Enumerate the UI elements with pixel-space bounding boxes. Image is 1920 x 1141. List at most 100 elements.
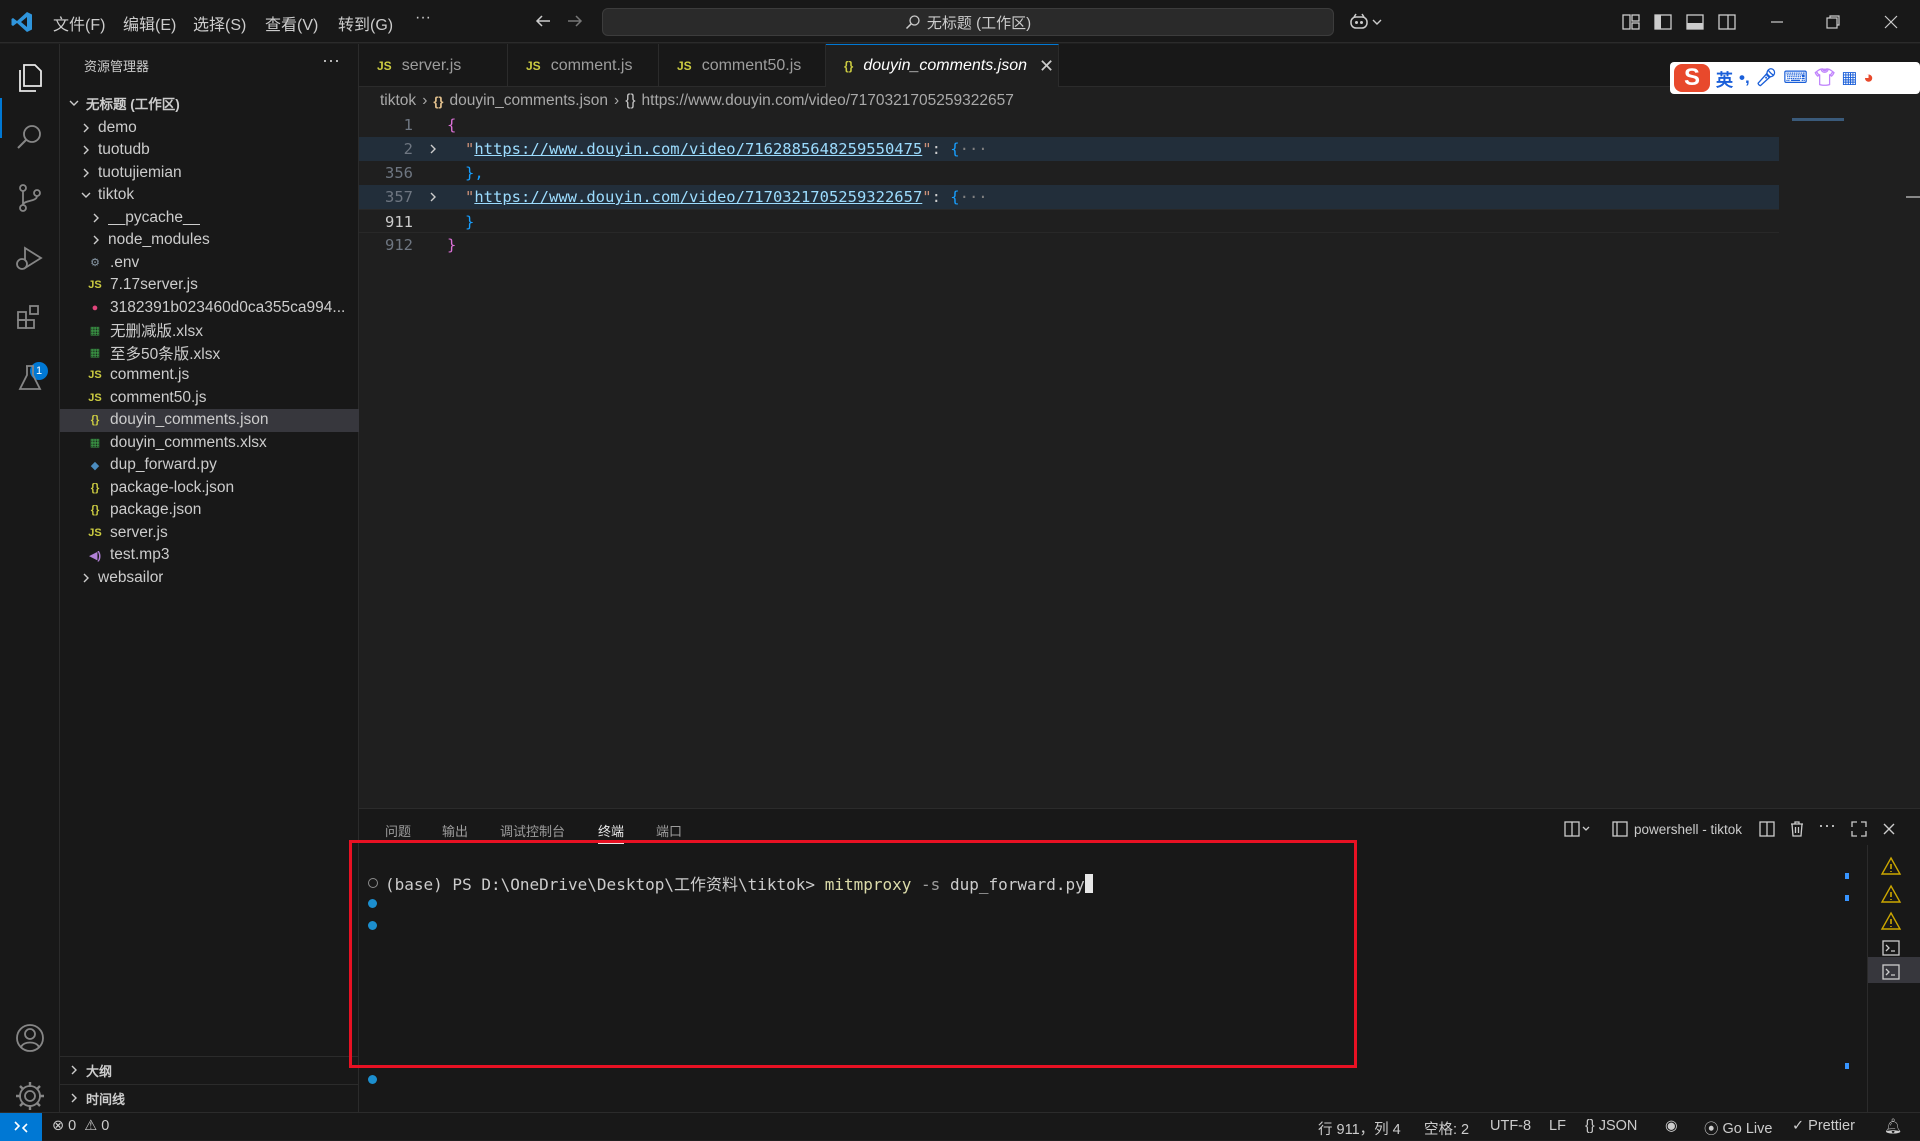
json-key-link[interactable]: https://www.douyin.com/video/71703217052… [474,188,922,206]
tree-file[interactable]: ⚙ .env [60,251,359,274]
tree-file[interactable]: ● 3182391b023460d0ca355ca994... [60,296,359,319]
warning-icon[interactable] [1880,883,1902,905]
fold-chevron-right-icon[interactable] [425,141,441,157]
breadcrumb-folder[interactable]: tiktok [380,92,416,110]
tree-file[interactable]: JS server.js [60,521,359,544]
tree-file[interactable]: {} package-lock.json [60,476,359,499]
minimap[interactable] [1792,118,1844,121]
copilot-status-icon[interactable]: ◉ [1665,1118,1678,1134]
terminal-icon[interactable] [1880,961,1902,983]
tab-comment50-js[interactable]: JS comment50.js [659,44,826,87]
toolbox-icon[interactable]: ▦ [1841,68,1857,88]
tree-file[interactable]: ▦ 至多50条版.xlsx [60,341,359,364]
mascot-icon[interactable]: ◕ [1863,68,1873,88]
tree-folder[interactable]: tuotujiemian [60,161,359,184]
close-window-icon[interactable] [1880,11,1902,33]
tree-file[interactable]: ▦ douyin_comments.xlsx [60,431,359,454]
cursor-position[interactable]: 行 911，列 4 [1318,1118,1401,1139]
tree-file[interactable]: JS comment.js [60,364,359,387]
toggle-primary-sidebar-icon[interactable] [1652,11,1674,33]
end-of-line[interactable]: LF [1549,1118,1566,1134]
explorer-icon[interactable] [12,60,48,96]
indentation[interactable]: 空格: 2 [1424,1118,1469,1139]
panel-tab-output[interactable]: 输出 [442,821,468,840]
menu-file[interactable]: 文件(F) [53,11,105,35]
tree-folder[interactable]: websailor [60,566,359,589]
minimize-icon[interactable] [1766,11,1788,33]
restore-icon[interactable] [1822,11,1844,33]
new-terminal-split-icon[interactable] [1563,819,1593,839]
tree-folder[interactable]: demo [60,116,359,139]
timeline-section[interactable]: 时间线 [60,1084,359,1111]
ime-language[interactable]: 英 [1716,66,1733,91]
tree-file[interactable]: ◆ dup_forward.py [60,454,359,477]
tree-folder[interactable]: tuotudb [60,139,359,162]
menu-selection[interactable]: 选择(S) [193,11,246,35]
back-arrow-icon[interactable] [532,10,554,32]
terminal-name[interactable]: powershell - tiktok [1634,822,1742,837]
account-icon[interactable] [12,1020,48,1056]
breadcrumb-file[interactable]: douyin_comments.json [449,92,608,110]
run-debug-icon[interactable] [12,240,48,276]
tree-file[interactable]: ▦ 无删减版.xlsx [60,319,359,342]
forward-arrow-icon[interactable] [564,10,586,32]
menu-go[interactable]: 转到(G) [338,11,393,35]
outline-section[interactable]: 大纲 [60,1056,359,1083]
panel-more-icon[interactable]: ··· [1818,815,1836,836]
microphone-icon[interactable]: 🎤︎ [1756,68,1778,88]
command-center[interactable]: 无标题 (工作区) [602,8,1334,36]
problems-indicator[interactable]: ⊗ 0 ⚠︎ 0 [52,1118,109,1134]
bell-icon[interactable]: 🔔︎ [1884,1118,1902,1135]
language-mode[interactable]: {} JSON [1585,1118,1637,1134]
encoding[interactable]: UTF-8 [1490,1118,1531,1134]
panel-tab-debug-console[interactable]: 调试控制台 [500,821,565,840]
menu-view[interactable]: 查看(V) [265,11,318,35]
trash-icon[interactable] [1787,819,1807,839]
prettier-status[interactable]: ✓ Prettier [1792,1118,1855,1134]
command-decoration-icon[interactable] [368,1075,377,1084]
fold-chevron-right-icon[interactable] [425,189,441,205]
go-live-button[interactable]: ⦿ Go Live [1704,1118,1772,1139]
menu-more[interactable]: ··· [415,9,431,27]
tree-file[interactable]: {} package.json [60,499,359,522]
tree-file[interactable]: ◀) test.mp3 [60,544,359,567]
code-editor[interactable]: 1 { 2 "https://www.douyin.com/video/7162… [359,113,1920,808]
keyboard-icon[interactable]: ⌨︎ [1783,68,1808,88]
tree-folder[interactable]: node_modules [60,229,359,252]
tree-folder[interactable]: tiktok [60,184,359,207]
warning-icon[interactable] [1880,855,1902,877]
editor-scrollbar[interactable] [1906,196,1920,198]
testing-icon[interactable] [12,360,48,396]
split-terminal-icon[interactable] [1757,819,1777,839]
breadcrumb-symbol[interactable]: https://www.douyin.com/video/71703217052… [642,92,1014,110]
close-panel-icon[interactable] [1879,819,1899,839]
copilot-icon[interactable] [1348,11,1370,33]
warning-icon[interactable] [1880,910,1902,932]
tab-server-js[interactable]: JS server.js [359,44,508,87]
toggle-secondary-sidebar-icon[interactable] [1716,11,1738,33]
close-icon[interactable]: ✕ [1039,56,1054,77]
search-icon[interactable] [12,120,48,156]
panel-tab-problems[interactable]: 问题 [385,821,411,840]
skin-icon[interactable]: 👕︎ [1814,68,1836,88]
maximize-panel-icon[interactable] [1849,819,1869,839]
punctuation-icon[interactable]: •, [1739,68,1750,88]
json-key-link[interactable]: https://www.douyin.com/video/71628856482… [474,140,922,158]
tab-comment-js[interactable]: JS comment.js [508,44,659,87]
tree-folder[interactable]: __pycache__ [60,206,359,229]
chevron-down-icon[interactable] [1370,11,1384,33]
tree-file[interactable]: {} douyin_comments.json [60,408,359,432]
workspace-root[interactable]: 无标题 (工作区) [60,89,359,116]
remote-indicator[interactable] [0,1113,42,1141]
ime-toolbar[interactable]: S 英 •, 🎤︎ ⌨︎ 👕︎ ▦ ◕ [1670,62,1920,94]
sidebar-more-button[interactable]: ··· [322,50,340,71]
menu-edit[interactable]: 编辑(E) [123,11,176,35]
tab-douyin-comments-json[interactable]: {} douyin_comments.json ✕ [826,44,1059,87]
source-control-icon[interactable] [12,180,48,216]
customize-layout-icon[interactable] [1620,11,1642,33]
settings-gear-icon[interactable] [12,1078,48,1114]
extensions-icon[interactable] [12,300,48,336]
terminal-icon[interactable] [1880,937,1902,959]
panel-tab-ports[interactable]: 端口 [656,821,682,840]
tree-file[interactable]: JS comment50.js [60,386,359,409]
